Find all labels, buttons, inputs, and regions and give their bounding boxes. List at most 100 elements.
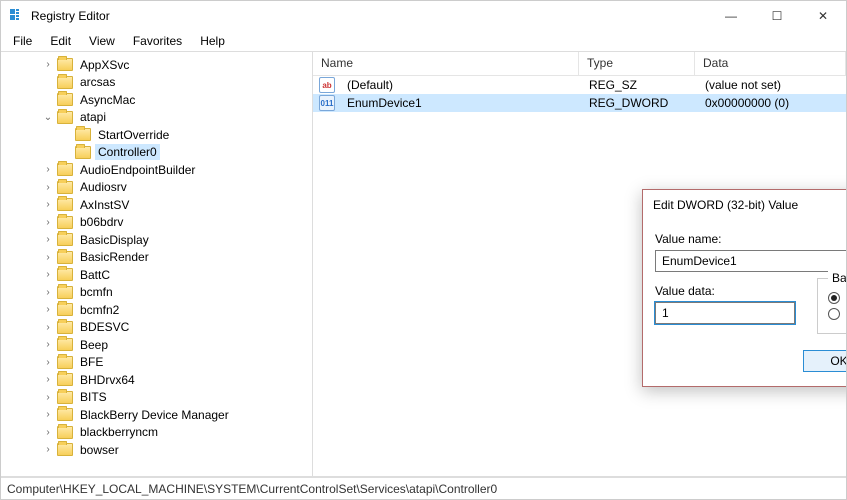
chevron-right-icon[interactable]: › xyxy=(41,182,55,193)
base-legend: Base xyxy=(828,271,846,285)
column-header-data[interactable]: Data xyxy=(695,52,846,75)
folder-icon xyxy=(57,181,73,194)
tree-item[interactable]: ›BDESVC xyxy=(5,319,312,337)
tree-item-label: blackberryncm xyxy=(77,424,161,440)
tree-item[interactable]: ›Beep xyxy=(5,336,312,354)
cell-data: (value not set) xyxy=(697,78,846,92)
statusbar: Computer\HKEY_LOCAL_MACHINE\SYSTEM\Curre… xyxy=(1,477,846,499)
tree-item[interactable]: ›bcmfn2 xyxy=(5,301,312,319)
menu-view[interactable]: View xyxy=(81,32,123,50)
binary-value-icon: 011 xyxy=(319,95,335,111)
dialog-title: Edit DWORD (32-bit) Value xyxy=(653,198,798,212)
tree-item-label: StartOverride xyxy=(95,127,172,143)
menu-edit[interactable]: Edit xyxy=(42,32,79,50)
dialog-buttons: OK Cancel xyxy=(655,350,846,372)
radio-decimal[interactable]: Decimal xyxy=(828,307,846,321)
chevron-right-icon[interactable]: › xyxy=(41,164,55,175)
chevron-right-icon[interactable]: › xyxy=(41,199,55,210)
chevron-down-icon[interactable]: ⌄ xyxy=(41,112,55,123)
tree-item[interactable]: ⌄ atapi xyxy=(5,109,312,127)
close-button[interactable]: ✕ xyxy=(800,1,846,31)
chevron-right-icon[interactable]: › xyxy=(41,374,55,385)
value-name-input[interactable] xyxy=(655,250,846,272)
chevron-right-icon[interactable]: › xyxy=(41,304,55,315)
menu-favorites[interactable]: Favorites xyxy=(125,32,190,50)
tree-item[interactable]: › bcmfn xyxy=(5,284,312,302)
chevron-right-icon[interactable]: › xyxy=(41,357,55,368)
menubar: File Edit View Favorites Help xyxy=(1,31,846,51)
tree-item[interactable]: arcsas xyxy=(5,74,312,92)
chevron-right-icon[interactable]: › xyxy=(41,59,55,70)
folder-icon xyxy=(57,198,73,211)
list-header: Name Type Data xyxy=(313,52,846,76)
folder-icon xyxy=(75,146,91,159)
folder-icon xyxy=(57,286,73,299)
tree-item[interactable]: › Audiosrv xyxy=(5,179,312,197)
tree-item-label: bcmfn xyxy=(77,284,116,300)
tree-item[interactable]: › blackberryncm xyxy=(5,424,312,442)
folder-icon xyxy=(57,163,73,176)
chevron-right-icon[interactable]: › xyxy=(41,234,55,245)
tree-item[interactable]: › BHDrvx64 xyxy=(5,371,312,389)
folder-icon xyxy=(57,76,73,89)
tree-item[interactable]: ›b06bdrv xyxy=(5,214,312,232)
minimize-button[interactable]: — xyxy=(708,1,754,31)
cell-type: REG_DWORD xyxy=(581,96,697,110)
radio-hexadecimal[interactable]: Hexadecimal xyxy=(828,291,846,305)
chevron-right-icon[interactable]: › xyxy=(41,427,55,438)
column-header-name[interactable]: Name xyxy=(313,52,579,75)
folder-icon xyxy=(57,268,73,281)
radio-dot-icon xyxy=(828,308,840,320)
chevron-right-icon[interactable]: › xyxy=(41,287,55,298)
value-data-input[interactable] xyxy=(655,302,795,324)
chevron-right-icon[interactable]: › xyxy=(41,444,55,455)
registry-tree-pane[interactable]: ›AppXSvcarcsasAsyncMac ⌄ atapi StartOverrid… xyxy=(1,52,313,476)
titlebar[interactable]: Registry Editor — ☐ ✕ xyxy=(1,1,846,31)
regedit-app-icon xyxy=(9,8,25,24)
chevron-right-icon[interactable]: › xyxy=(41,217,55,228)
tree-item-label: AudioEndpointBuilder xyxy=(77,162,198,178)
tree-item[interactable]: ›BattC xyxy=(5,266,312,284)
maximize-button[interactable]: ☐ xyxy=(754,1,800,31)
chevron-right-icon[interactable]: › xyxy=(41,252,55,263)
window-title: Registry Editor xyxy=(31,9,708,23)
folder-icon xyxy=(75,128,91,141)
tree-item[interactable]: › AudioEndpointBuilder xyxy=(5,161,312,179)
radio-dot-icon xyxy=(828,292,840,304)
registry-value-list-pane[interactable]: Name Type Data ab(Default)REG_SZ(value n… xyxy=(313,52,846,476)
folder-icon xyxy=(57,111,73,124)
tree-item-label: atapi xyxy=(77,109,109,125)
tree-item[interactable]: › AxInstSV xyxy=(5,196,312,214)
tree-item[interactable]: ›BasicRender xyxy=(5,249,312,267)
menu-help[interactable]: Help xyxy=(192,32,233,50)
tree-item[interactable]: ›BFE xyxy=(5,354,312,372)
chevron-right-icon[interactable]: › xyxy=(41,392,55,403)
tree-item[interactable]: Controller0 xyxy=(5,144,312,162)
tree-item-label: BHDrvx64 xyxy=(77,372,138,388)
chevron-right-icon[interactable]: › xyxy=(41,339,55,350)
column-header-type[interactable]: Type xyxy=(579,52,695,75)
tree-item-label: Controller0 xyxy=(95,144,160,160)
tree-item[interactable]: ›BasicDisplay xyxy=(5,231,312,249)
list-row[interactable]: 011EnumDevice1REG_DWORD0x00000000 (0) xyxy=(313,94,846,112)
tree-item[interactable]: › BlackBerry Device Manager xyxy=(5,406,312,424)
tree-item-label: Audiosrv xyxy=(77,179,130,195)
tree-item-label: AxInstSV xyxy=(77,197,132,213)
tree-item-label: BlackBerry Device Manager xyxy=(77,407,232,423)
chevron-right-icon[interactable]: › xyxy=(41,269,55,280)
list-row[interactable]: ab(Default)REG_SZ(value not set) xyxy=(313,76,846,94)
window-controls: — ☐ ✕ xyxy=(708,1,846,31)
folder-icon xyxy=(57,338,73,351)
tree-item[interactable]: StartOverride xyxy=(5,126,312,144)
menu-file[interactable]: File xyxy=(5,32,40,50)
dialog-titlebar[interactable]: Edit DWORD (32-bit) Value ✕ xyxy=(643,190,846,220)
folder-icon xyxy=(57,251,73,264)
tree-item[interactable]: ›bowser xyxy=(5,441,312,459)
tree-item[interactable]: AsyncMac xyxy=(5,91,312,109)
ok-button[interactable]: OK xyxy=(803,350,846,372)
value-name-label: Value name: xyxy=(655,232,846,246)
tree-item[interactable]: ›AppXSvc xyxy=(5,56,312,74)
chevron-right-icon[interactable]: › xyxy=(41,409,55,420)
tree-item[interactable]: ›BITS xyxy=(5,389,312,407)
chevron-right-icon[interactable]: › xyxy=(41,322,55,333)
